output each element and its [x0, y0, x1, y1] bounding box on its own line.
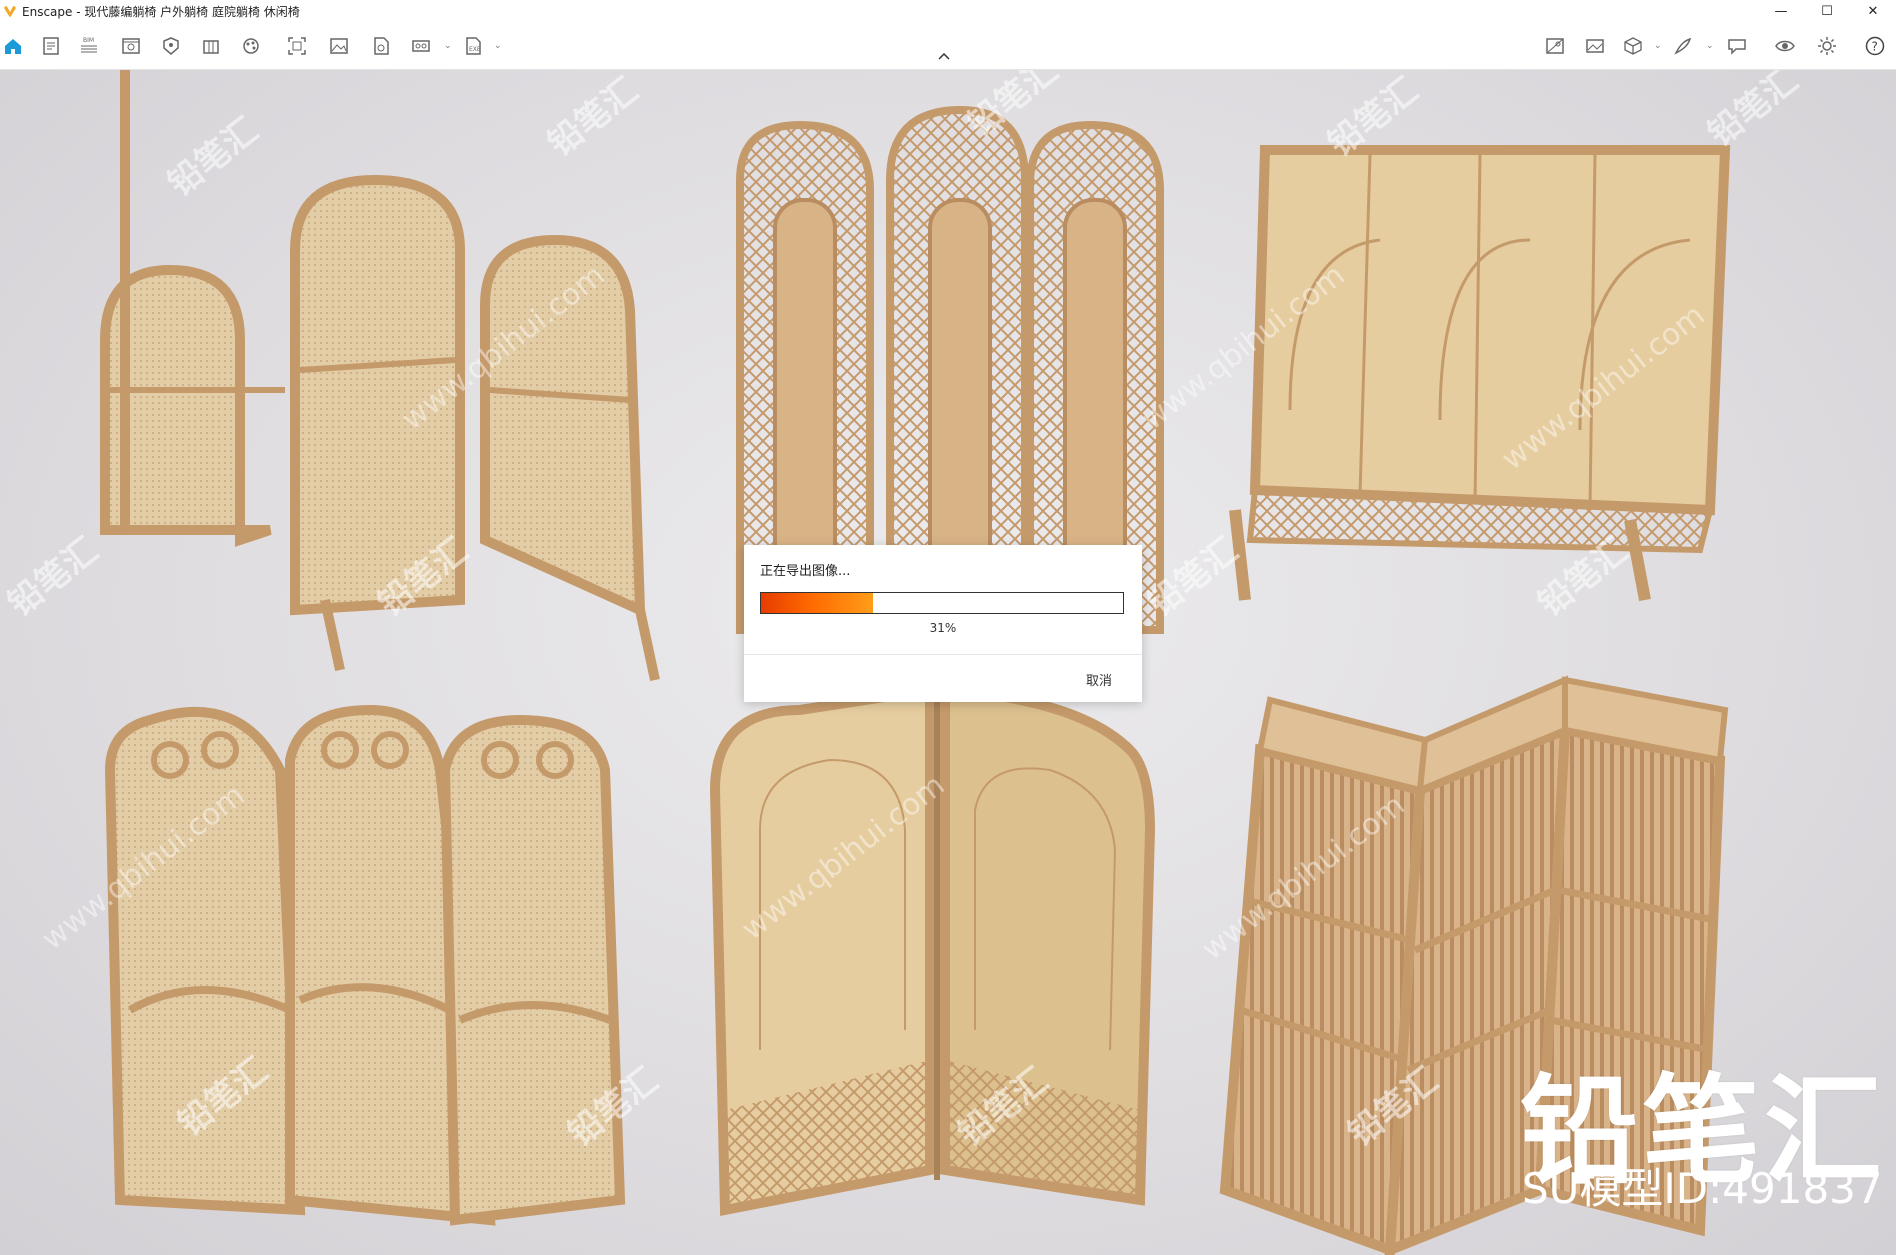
export-icon[interactable]: EXE — [462, 35, 484, 57]
dialog-divider — [744, 654, 1142, 655]
svg-text:BIM: BIM — [83, 37, 94, 44]
export-progress-bar — [760, 592, 1124, 614]
chevron-down-icon[interactable]: ⌄ — [444, 41, 452, 51]
progress-percent: 31% — [929, 621, 957, 635]
screen-4 — [104, 704, 626, 1226]
enscape-logo-icon — [4, 5, 16, 18]
panorama-icon[interactable] — [1584, 35, 1606, 57]
chevron-down-icon[interactable]: ⌄ — [1654, 41, 1662, 51]
chevron-down-icon[interactable]: ⌄ — [1706, 41, 1714, 51]
screen-5 — [709, 684, 1156, 1217]
minimize-button[interactable]: — — [1758, 0, 1804, 23]
svg-text:EXE: EXE — [469, 46, 481, 53]
render-icon[interactable] — [370, 35, 392, 57]
window-controls: — ☐ ✕ — [1758, 0, 1896, 23]
asset-icon[interactable] — [160, 35, 182, 57]
watermark-model-id: SU模型ID:491837 — [1522, 1164, 1883, 1213]
collapse-toolbar-chevron-icon[interactable] — [934, 50, 954, 64]
cancel-button[interactable]: 取消 — [1086, 670, 1112, 689]
help-icon[interactable]: ? — [1864, 35, 1886, 57]
chevron-down-icon[interactable]: ⌄ — [494, 41, 502, 51]
document-icon[interactable] — [40, 35, 62, 57]
screenshot-icon[interactable] — [286, 35, 308, 57]
image-icon[interactable] — [328, 35, 350, 57]
chat-icon[interactable] — [1726, 35, 1748, 57]
bim-icon[interactable]: BIM — [78, 35, 100, 57]
close-button[interactable]: ✕ — [1850, 0, 1896, 23]
map-icon[interactable] — [1544, 35, 1566, 57]
window-title: Enscape - 现代藤编躺椅 户外躺椅 庭院躺椅 休闲椅 — [22, 5, 300, 19]
dialog-title: 正在导出图像... — [760, 564, 851, 579]
export-progress-dialog: 正在导出图像... 31% 取消 — [744, 545, 1142, 702]
home-icon[interactable] — [2, 35, 24, 57]
materials-icon[interactable] — [240, 35, 262, 57]
batch-icon[interactable] — [410, 35, 432, 57]
maximize-button[interactable]: ☐ — [1804, 0, 1850, 23]
screen-3 — [1229, 145, 1731, 602]
svg-text:?: ? — [1872, 40, 1878, 54]
eye-icon[interactable] — [1774, 35, 1796, 57]
feather-icon[interactable] — [1672, 35, 1694, 57]
view-icon[interactable] — [120, 35, 142, 57]
progress-fill — [761, 593, 874, 613]
title-bar: Enscape - 现代藤编躺椅 户外躺椅 庭院躺椅 休闲椅 — ☐ ✕ — [0, 0, 1896, 23]
box-icon[interactable] — [1622, 35, 1644, 57]
settings-icon[interactable] — [1816, 35, 1838, 57]
library-icon[interactable] — [200, 35, 222, 57]
